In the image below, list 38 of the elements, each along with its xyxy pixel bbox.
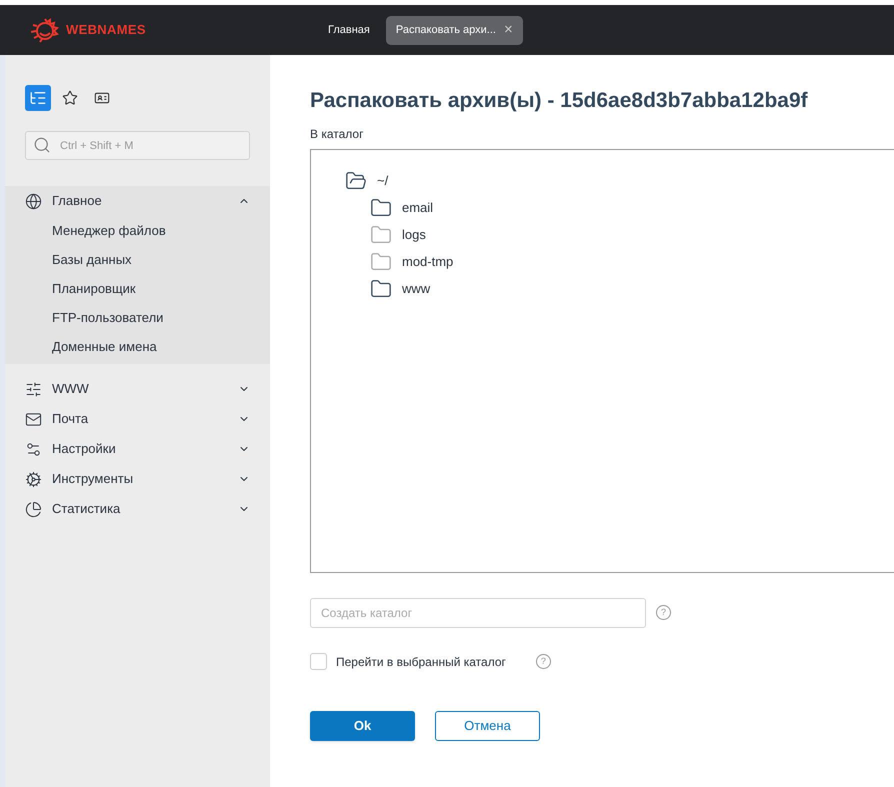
- envelope-icon: [25, 410, 42, 428]
- star-icon: [62, 90, 78, 106]
- badge-icon: [94, 90, 110, 106]
- menu-item[interactable]: Менеджер файлов: [5, 216, 270, 245]
- menu-item[interactable]: Доменные имена: [5, 332, 270, 361]
- cancel-button[interactable]: Отмена: [435, 710, 540, 740]
- logo-text: WEBNAMES: [66, 21, 146, 40]
- checkbox[interactable]: [310, 653, 327, 670]
- folder-name-field[interactable]: Создать каталог: [310, 598, 646, 628]
- menu-section[interactable]: Почта: [5, 404, 270, 434]
- menu-section[interactable]: Настройки: [5, 434, 270, 464]
- menu-section[interactable]: Главное: [5, 186, 270, 216]
- tab[interactable]: Главная: [318, 16, 380, 44]
- pie-chart-icon: [25, 500, 42, 518]
- close-button[interactable]: ×: [504, 18, 513, 42]
- search-icon: [33, 136, 51, 154]
- tree-item[interactable]: email: [402, 198, 434, 218]
- menu-item[interactable]: Базы данных: [5, 245, 270, 274]
- checkbox-label[interactable]: Перейти в выбранный каталог: [336, 652, 506, 670]
- search-field[interactable]: Ctrl + Shift + M: [25, 131, 250, 160]
- tab[interactable]: Распаковать архи... ×: [386, 16, 523, 44]
- ok-button[interactable]: Ok: [310, 710, 415, 740]
- gear-icon: [25, 470, 42, 488]
- globe-icon: [25, 192, 42, 210]
- tree-button[interactable]: [25, 85, 51, 111]
- menu-section[interactable]: Статистика: [5, 494, 270, 524]
- tree-item[interactable]: ~/: [377, 171, 388, 191]
- settings-icon: [25, 440, 42, 458]
- menu-section[interactable]: Инструменты: [5, 464, 270, 494]
- menu-item[interactable]: Планировщик: [5, 274, 270, 303]
- sliders-icon: [25, 380, 42, 398]
- menu-item[interactable]: FTP-пользователи: [5, 303, 270, 332]
- tree-item[interactable]: www: [402, 279, 430, 299]
- page-title: Распаковать архив(ы) - 15d6ae8d3b7abba12ba9f: [310, 88, 808, 114]
- folder-icon: [345, 170, 367, 192]
- menu-section[interactable]: WWW: [5, 374, 270, 404]
- tree-icon: [29, 89, 47, 107]
- field-label: В каталог: [310, 126, 364, 142]
